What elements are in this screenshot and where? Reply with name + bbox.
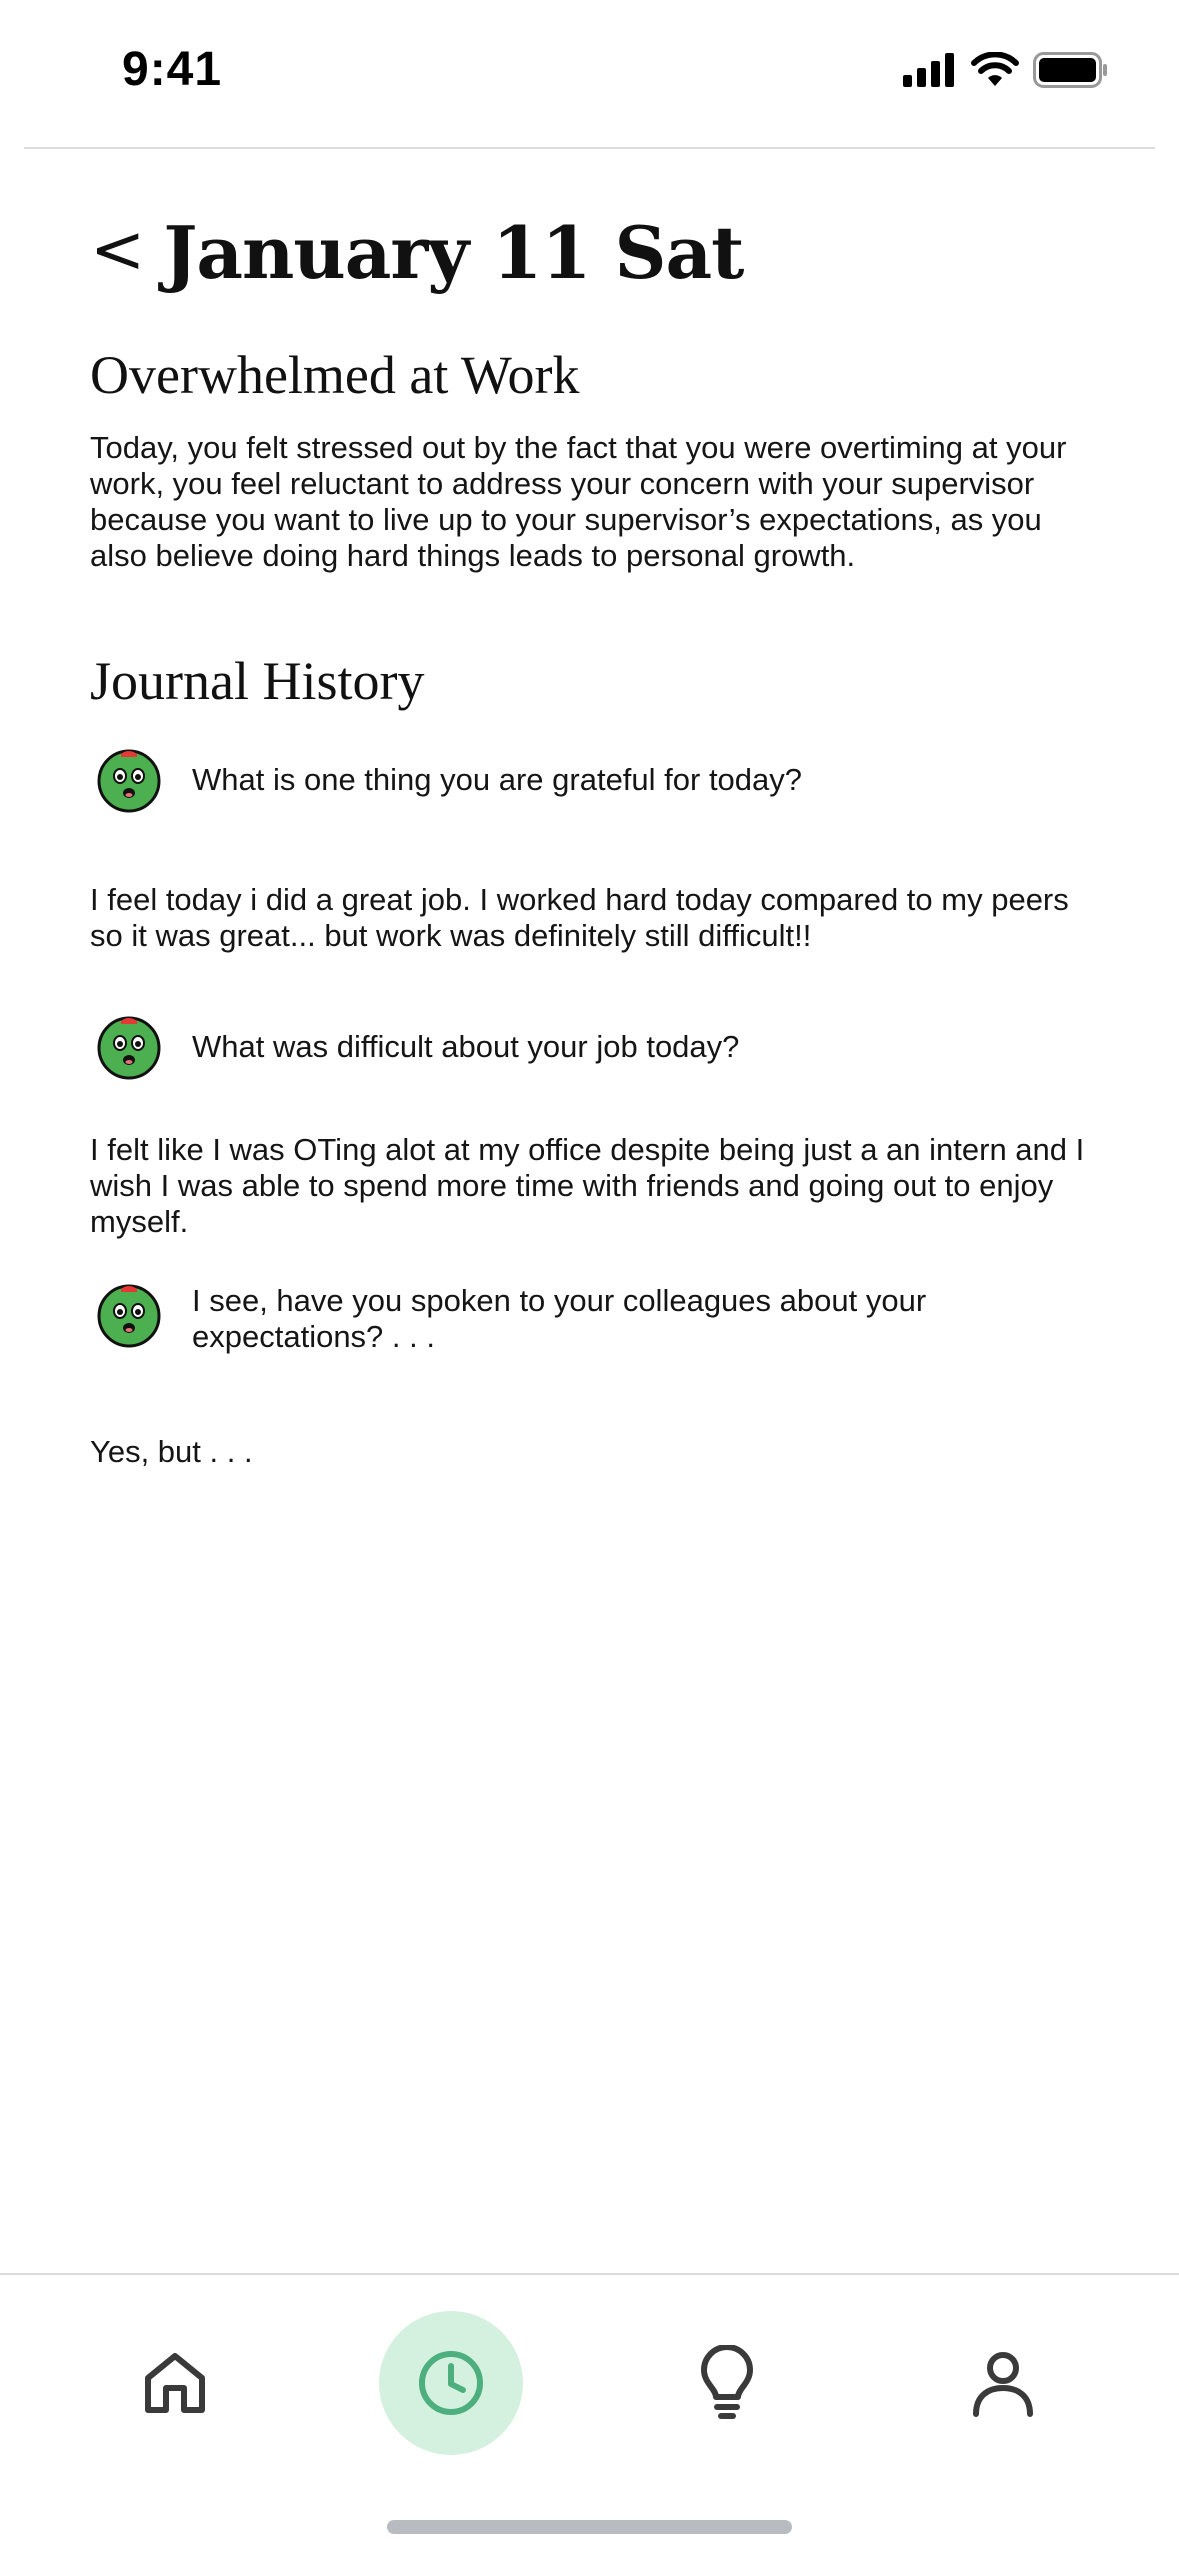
bot-avatar-icon: [97, 749, 161, 813]
entry-title: Overwhelmed at Work: [90, 345, 580, 405]
prompt-text: What is one thing you are grateful for t…: [192, 762, 803, 797]
bot-avatar-icon: [97, 1016, 161, 1080]
entry-summary: Today, you felt stressed out by the fact…: [90, 430, 1067, 573]
answer-text: I feel today i did a great job. I worked…: [90, 882, 1069, 953]
home-icon: [145, 2353, 205, 2413]
bot-avatar-icon: [97, 1284, 161, 1348]
person-icon: [973, 2352, 1033, 2417]
status-time: 9:41: [122, 43, 223, 96]
battery-icon: [1033, 52, 1107, 88]
signal-icon: [903, 53, 954, 87]
tab-history[interactable]: [379, 2311, 523, 2455]
lightbulb-icon: [701, 2345, 753, 2419]
journal-history-title: Journal History: [90, 651, 425, 711]
header-divider: [24, 147, 1155, 149]
page-title: January 11 Sat: [163, 210, 744, 295]
tab-profile[interactable]: [931, 2311, 1075, 2455]
bottom-tab-bar: [0, 2275, 1179, 2475]
answer-text: Yes, but . . .: [90, 1434, 253, 1469]
status-bar: 9:41: [0, 0, 1179, 148]
answer-text: I felt like I was OTing alot at my offic…: [90, 1132, 1085, 1239]
prompt-text: What was difficult about your job today?: [192, 1029, 740, 1064]
prompt-text: I see, have you spoken to your colleague…: [192, 1283, 927, 1354]
status-icons: [903, 52, 1109, 88]
wifi-icon: [971, 52, 1019, 86]
tab-insights[interactable]: [655, 2311, 799, 2455]
bot-prompt: What is one thing you are grateful for t…: [96, 748, 1096, 814]
back-button[interactable]: <: [90, 216, 145, 283]
bot-prompt: What was difficult about your job today?: [96, 1015, 1096, 1081]
clock-icon: [419, 2351, 483, 2415]
home-indicator[interactable]: [387, 2520, 792, 2534]
title-row: < January 11 Sat: [90, 210, 744, 295]
tab-home[interactable]: [103, 2311, 247, 2455]
bot-prompt: I see, have you spoken to your colleague…: [96, 1283, 1096, 1355]
